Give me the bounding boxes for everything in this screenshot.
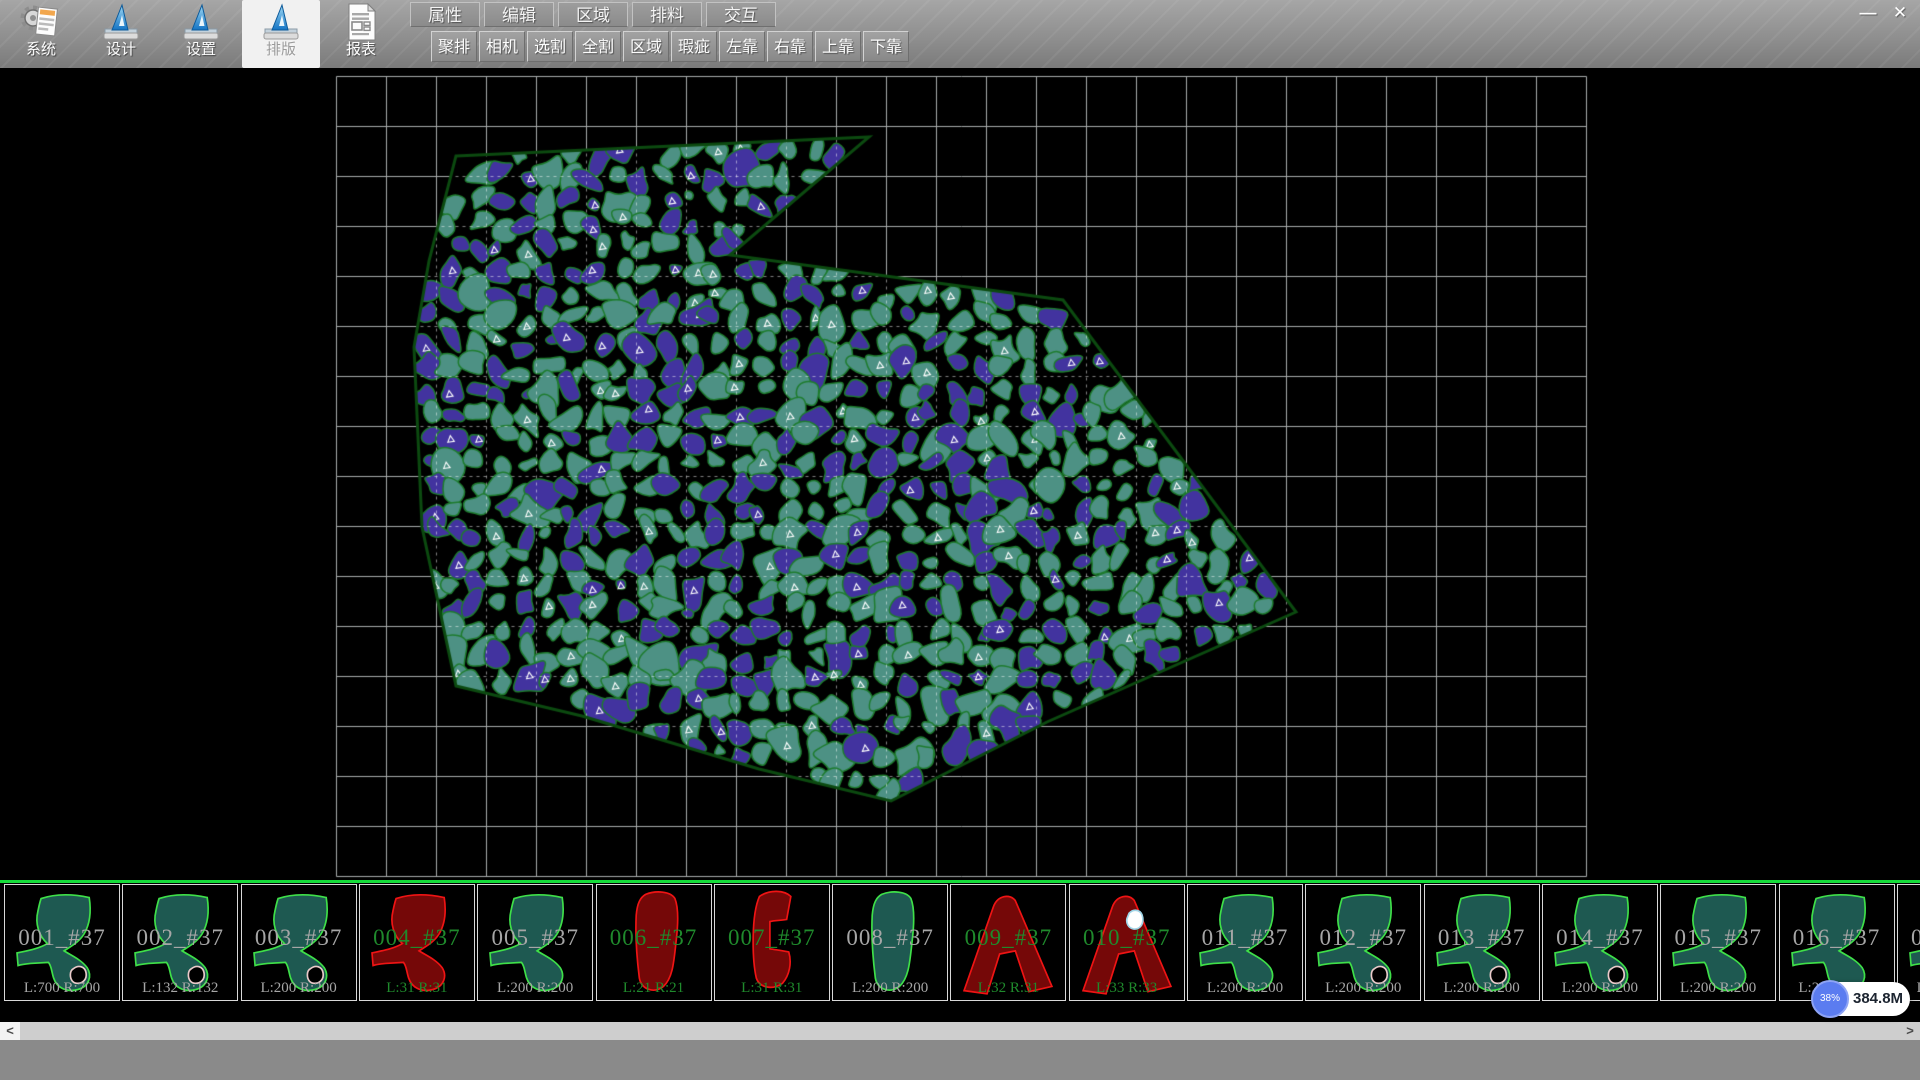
- part-lr-count: L:31 R:31: [360, 980, 474, 997]
- part-lr-count: L:31 R:31: [715, 980, 829, 997]
- part-id-label: 007_#37: [715, 925, 829, 951]
- part-lr-count: L:200 R:200: [1425, 980, 1539, 997]
- scroll-left-button[interactable]: <: [0, 1022, 20, 1040]
- icon-button-4[interactable]: 排版: [242, 0, 320, 68]
- menu-item-1[interactable]: 属性: [410, 2, 480, 27]
- part-lr-count: L:33 R:33: [1070, 980, 1184, 997]
- part-id-label: 016_#37: [1780, 925, 1894, 951]
- system-gear-icon: [2, 2, 80, 42]
- part-id-label: 014_#37: [1543, 925, 1657, 951]
- part-thumbnail-9[interactable]: 009_#37 L:32 R:31: [950, 884, 1066, 1001]
- tool-button-5[interactable]: 区域: [623, 31, 669, 62]
- icon-button-5[interactable]: 报表: [322, 0, 400, 68]
- part-id-label: 003_#37: [242, 925, 356, 951]
- part-lr-count: L:21 R:21: [597, 980, 711, 997]
- part-id-label: 004_#37: [360, 925, 474, 951]
- part-thumbnail-15[interactable]: 015_#37 L:200 R:200: [1660, 884, 1776, 1001]
- part-thumbnail-12[interactable]: 012_#37 L:200 R:200: [1305, 884, 1421, 1001]
- icon-button-label: 报表: [322, 42, 400, 58]
- footer-bar: [0, 1040, 1920, 1080]
- menu-item-5[interactable]: 交互: [706, 2, 776, 27]
- part-thumbnail-8[interactable]: 008_#37 L:200 R:200: [832, 884, 948, 1001]
- part-id-label: 009_#37: [951, 925, 1065, 951]
- part-id-label: 002_#37: [123, 925, 237, 951]
- part-thumbnail-10[interactable]: 010_#37 L:33 R:33: [1069, 884, 1185, 1001]
- memory-usage-label: 384.8M: [1853, 982, 1903, 1016]
- part-thumbnail-11[interactable]: 011_#37 L:200 R:200: [1187, 884, 1303, 1001]
- window-controls: — ✕: [1852, 0, 1916, 26]
- nesting-canvas[interactable]: [0, 68, 1920, 880]
- tool-button-4[interactable]: 全割: [575, 31, 621, 62]
- part-id-label: 008_#37: [833, 925, 947, 951]
- part-lr-count: L:200 R:200: [242, 980, 356, 997]
- tool-button-9[interactable]: 上靠: [815, 31, 861, 62]
- part-id-label: 013_#37: [1425, 925, 1539, 951]
- part-id-label: 011_#37: [1188, 925, 1302, 951]
- part-lr-count: L:132 R:132: [123, 980, 237, 997]
- part-id-label: 012_#37: [1306, 925, 1420, 951]
- nesting-canvas-area: [0, 68, 1920, 880]
- icon-button-label: 系统: [2, 42, 80, 58]
- strip-separator-line: [0, 880, 1920, 883]
- icon-button-label: 设计: [82, 42, 160, 58]
- part-thumbnail-5[interactable]: 005_#37 L:200 R:200: [477, 884, 593, 1001]
- part-thumbnail-1[interactable]: 001_#37 L:700 R:700: [4, 884, 120, 1001]
- progress-percent-badge: 38%: [1811, 980, 1849, 1018]
- part-thumbnail-6[interactable]: 006_#37 L:21 R:21: [596, 884, 712, 1001]
- design-ruler-icon: [82, 2, 160, 42]
- icon-button-1[interactable]: 系统: [2, 0, 80, 68]
- scroll-right-button[interactable]: >: [1900, 1022, 1920, 1040]
- tool-button-6[interactable]: 瑕疵: [671, 31, 717, 62]
- report-doc-icon: [322, 2, 400, 42]
- part-id-label: 015_#37: [1661, 925, 1775, 951]
- part-lr-count: L:32 R:31: [951, 980, 1065, 997]
- toolbar: 系统设计设置排版报表 属性编辑区域排料交互 聚排相机选割全割区域瑕疵左靠右靠上靠…: [0, 0, 1920, 68]
- part-lr-count: L:200 R:200: [478, 980, 592, 997]
- icon-button-3[interactable]: 设置: [162, 0, 240, 68]
- part-id-label: 001_#37: [5, 925, 119, 951]
- part-thumbnail-4[interactable]: 004_#37 L:31 R:31: [359, 884, 475, 1001]
- part-lr-count: L:200 R:200: [833, 980, 947, 997]
- menu-item-2[interactable]: 编辑: [484, 2, 554, 27]
- part-lr-count: L:700 R:700: [5, 980, 119, 997]
- part-id-label: 017_#37: [1898, 925, 1920, 951]
- part-lr-count: L:200 R:200: [1306, 980, 1420, 997]
- nesting-ruler-icon: [242, 2, 320, 42]
- icon-button-label: 设置: [162, 42, 240, 58]
- settings-ruler-icon: [162, 2, 240, 42]
- part-lr-count: L:200 R:200: [1661, 980, 1775, 997]
- part-id-label: 010_#37: [1070, 925, 1184, 951]
- close-button[interactable]: ✕: [1884, 0, 1916, 26]
- parts-strip: 001_#37L:700 R:700002_#37L:132 R:132003_…: [0, 884, 1920, 1022]
- app-window: 系统设计设置排版报表 属性编辑区域排料交互 聚排相机选割全割区域瑕疵左靠右靠上靠…: [0, 0, 1920, 1080]
- icon-button-2[interactable]: 设计: [82, 0, 160, 68]
- menu-item-4[interactable]: 排料: [632, 2, 702, 27]
- menu-item-3[interactable]: 区域: [558, 2, 628, 27]
- part-thumbnail-7[interactable]: 007_#37 L:31 R:31: [714, 884, 830, 1001]
- tool-button-8[interactable]: 右靠: [767, 31, 813, 62]
- tool-button-2[interactable]: 相机: [479, 31, 525, 62]
- horizontal-scrollbar[interactable]: < >: [0, 1022, 1920, 1040]
- tool-button-7[interactable]: 左靠: [719, 31, 765, 62]
- tool-button-1[interactable]: 聚排: [431, 31, 477, 62]
- status-pill[interactable]: 38% 384.8M: [1813, 982, 1910, 1016]
- minimize-button[interactable]: —: [1852, 0, 1884, 26]
- part-id-label: 006_#37: [597, 925, 711, 951]
- part-thumbnail-2[interactable]: 002_#37 L:132 R:132: [122, 884, 238, 1001]
- tool-button-3[interactable]: 选割: [527, 31, 573, 62]
- part-thumbnail-13[interactable]: 013_#37 L:200 R:200: [1424, 884, 1540, 1001]
- part-lr-count: L:200 R:200: [1543, 980, 1657, 997]
- part-thumbnail-14[interactable]: 014_#37 L:200 R:200: [1542, 884, 1658, 1001]
- tool-button-10[interactable]: 下靠: [863, 31, 909, 62]
- part-thumbnail-3[interactable]: 003_#37 L:200 R:200: [241, 884, 357, 1001]
- part-id-label: 005_#37: [478, 925, 592, 951]
- part-lr-count: L:200 R:200: [1188, 980, 1302, 997]
- icon-button-label: 排版: [242, 42, 320, 58]
